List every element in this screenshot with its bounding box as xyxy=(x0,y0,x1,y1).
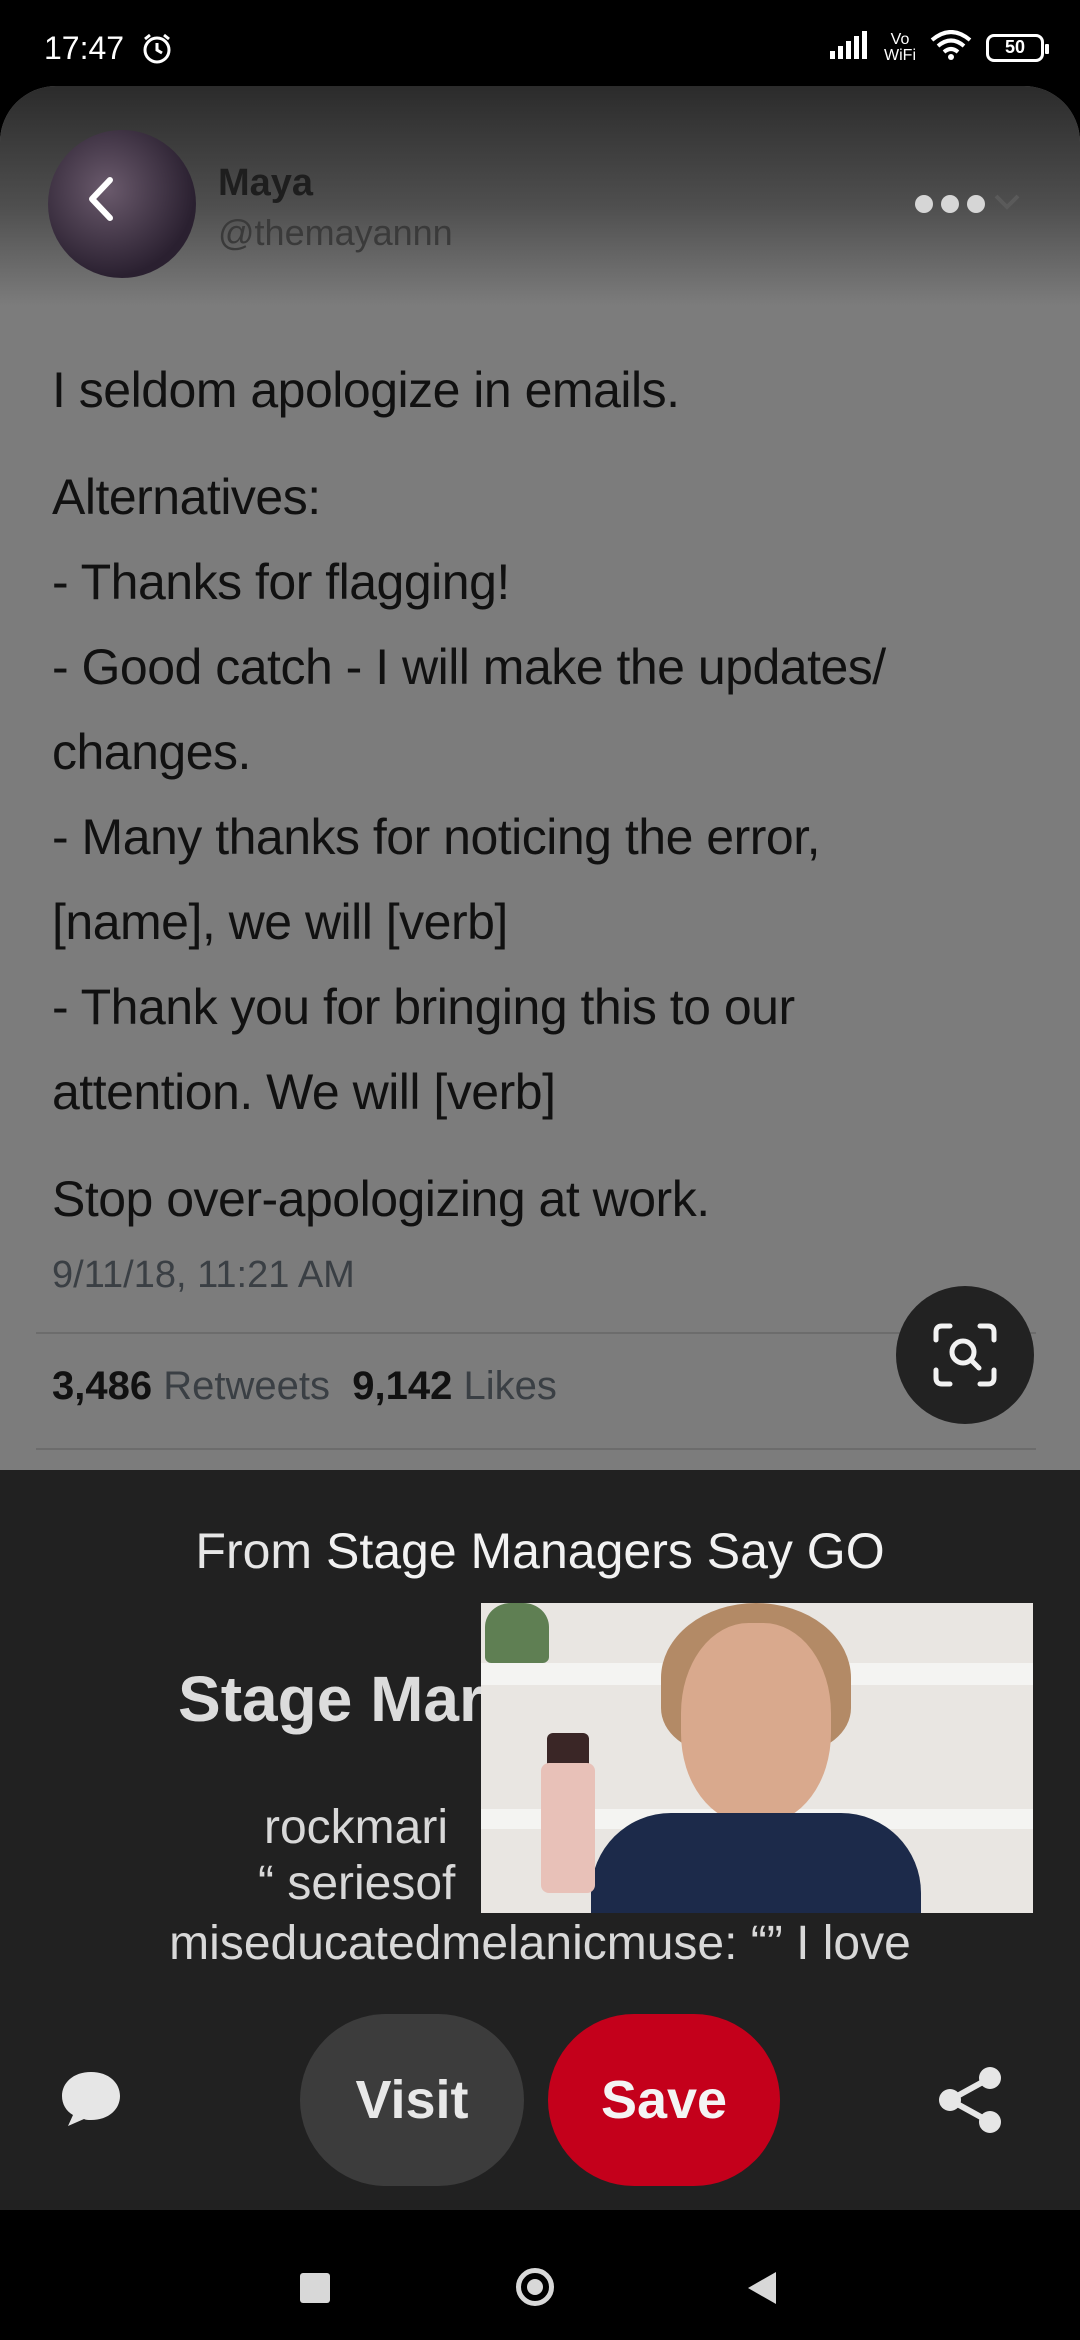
pin-image: Maya @themayannn I seldom apologize in e… xyxy=(0,86,1080,1470)
visit-button[interactable]: Visit xyxy=(300,2014,524,2186)
visual-search-button[interactable] xyxy=(896,1286,1034,1424)
tweet-body: I seldom apologize in emails. Alternativ… xyxy=(52,348,1042,1242)
tweet-stats: 3,486 Retweets 9,142 Likes xyxy=(52,1364,557,1409)
likes-count: 9,142 xyxy=(352,1364,453,1408)
battery-indicator: 50 xyxy=(986,33,1049,62)
status-bar: 17:47 Vo WiFi 50 xyxy=(0,0,1080,86)
pin-description-line: “ seriesof xyxy=(258,1857,456,1910)
tweet-line: attention. We will [verb] xyxy=(52,1064,556,1120)
tweet-line: - Thank you for bringing this to our xyxy=(52,979,795,1035)
tweet-line: - Many thanks for noticing the error, xyxy=(52,809,820,865)
tweet-line: - Good catch - I will make the updates/ xyxy=(52,639,886,695)
home-button[interactable] xyxy=(516,2268,554,2306)
tweet-screenshot: Maya @themayannn I seldom apologize in e… xyxy=(0,86,1080,1470)
save-button[interactable]: Save xyxy=(548,2014,780,2186)
pin-description-line: rockmari xyxy=(264,1801,449,1854)
retweets-label: Retweets xyxy=(163,1364,330,1408)
retweets-count: 3,486 xyxy=(52,1364,153,1408)
comment-icon[interactable] xyxy=(58,2068,124,2133)
tweet-line: Alternatives: xyxy=(52,469,321,525)
system-nav-bar xyxy=(0,2210,1080,2340)
tweet-line: I seldom apologize in emails. xyxy=(52,362,680,418)
avatar xyxy=(48,130,196,278)
tweet-timestamp: 9/11/18, 11:21 AM xyxy=(52,1254,355,1296)
divider xyxy=(36,1332,1036,1334)
pin-title: Stage Mar xyxy=(178,1663,484,1735)
board-source: From Stage Managers Say GO xyxy=(0,1522,1080,1580)
tweet-line: [name], we will [verb] xyxy=(52,894,508,950)
tweet-line: Stop over-apologizing at work. xyxy=(52,1171,710,1227)
status-time: 17:47 xyxy=(44,30,125,66)
signal-icon xyxy=(830,31,870,64)
likes-label: Likes xyxy=(463,1364,557,1408)
volte-wifi-label: Vo WiFi xyxy=(884,30,916,64)
back-arrow-icon[interactable] xyxy=(86,176,116,227)
back-button[interactable] xyxy=(744,2270,780,2311)
tweet-line: changes. xyxy=(52,724,251,780)
floating-video[interactable] xyxy=(481,1603,1033,1913)
recent-apps-button[interactable] xyxy=(300,2273,330,2303)
share-icon[interactable] xyxy=(936,2064,1006,2141)
pin-description-line: miseducatedmelanicmuse: “” I love xyxy=(169,1917,911,1970)
divider xyxy=(36,1448,1036,1450)
more-options-icon[interactable] xyxy=(914,186,1024,227)
from-prefix: From xyxy=(195,1523,313,1579)
visual-search-icon xyxy=(933,1323,997,1387)
tweet-line: - Thanks for flagging! xyxy=(52,554,510,610)
wifi-icon xyxy=(930,30,972,65)
tweet-user-handle: @themayannn xyxy=(218,212,453,253)
tweet-user-name: Maya xyxy=(218,162,314,204)
board-link[interactable]: Stage Managers Say GO xyxy=(326,1523,885,1579)
alarm-icon xyxy=(140,32,174,71)
